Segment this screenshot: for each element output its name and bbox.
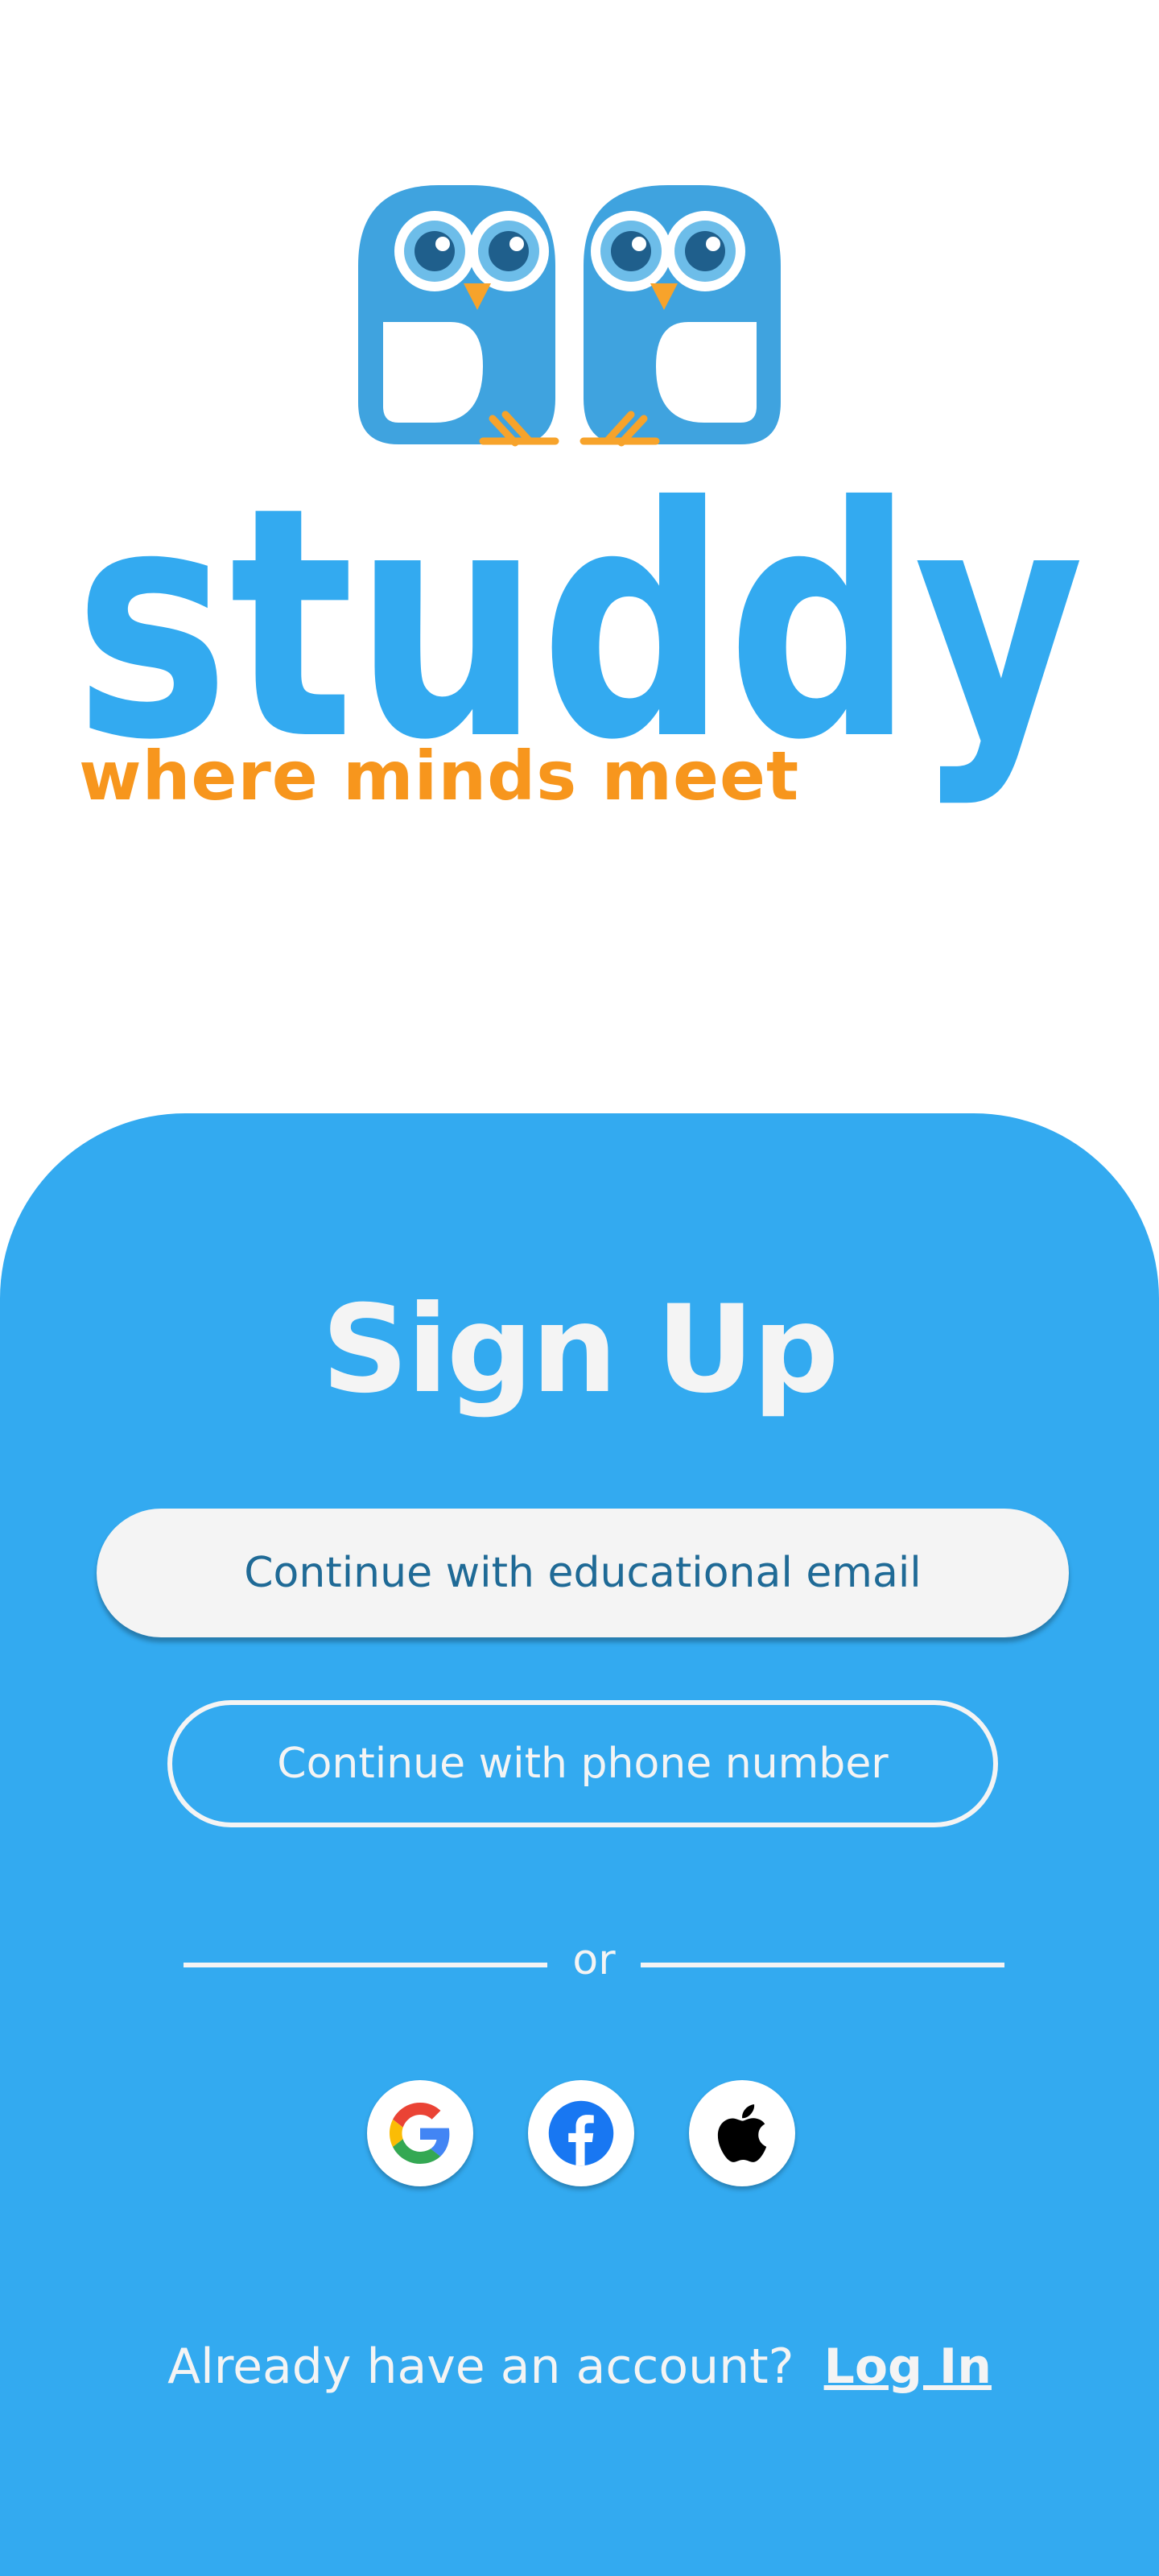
owl-left bbox=[358, 185, 559, 447]
continue-phone-button[interactable]: Continue with phone number bbox=[167, 1700, 998, 1827]
google-signin-button[interactable] bbox=[367, 2080, 473, 2186]
divider-right bbox=[641, 1963, 1004, 1967]
apple-signin-button[interactable] bbox=[689, 2080, 795, 2186]
continue-email-button[interactable]: Continue with educational email bbox=[97, 1509, 1069, 1637]
login-prompt-text: Already have an account? bbox=[167, 2339, 794, 2395]
apple-icon bbox=[717, 2104, 767, 2162]
owls-logo bbox=[358, 185, 781, 447]
signup-title: Sign Up bbox=[321, 1280, 839, 1420]
divider-left bbox=[184, 1963, 547, 1967]
divider-or: or bbox=[572, 1936, 616, 1984]
tagline: where minds meet bbox=[79, 737, 800, 815]
login-prompt: Already have an account? Log In bbox=[0, 2339, 1159, 2395]
facebook-signin-button[interactable] bbox=[528, 2080, 634, 2186]
login-link[interactable]: Log In bbox=[824, 2339, 992, 2395]
google-icon bbox=[390, 2103, 450, 2164]
owl-right bbox=[580, 185, 781, 447]
facebook-icon bbox=[548, 2100, 614, 2166]
